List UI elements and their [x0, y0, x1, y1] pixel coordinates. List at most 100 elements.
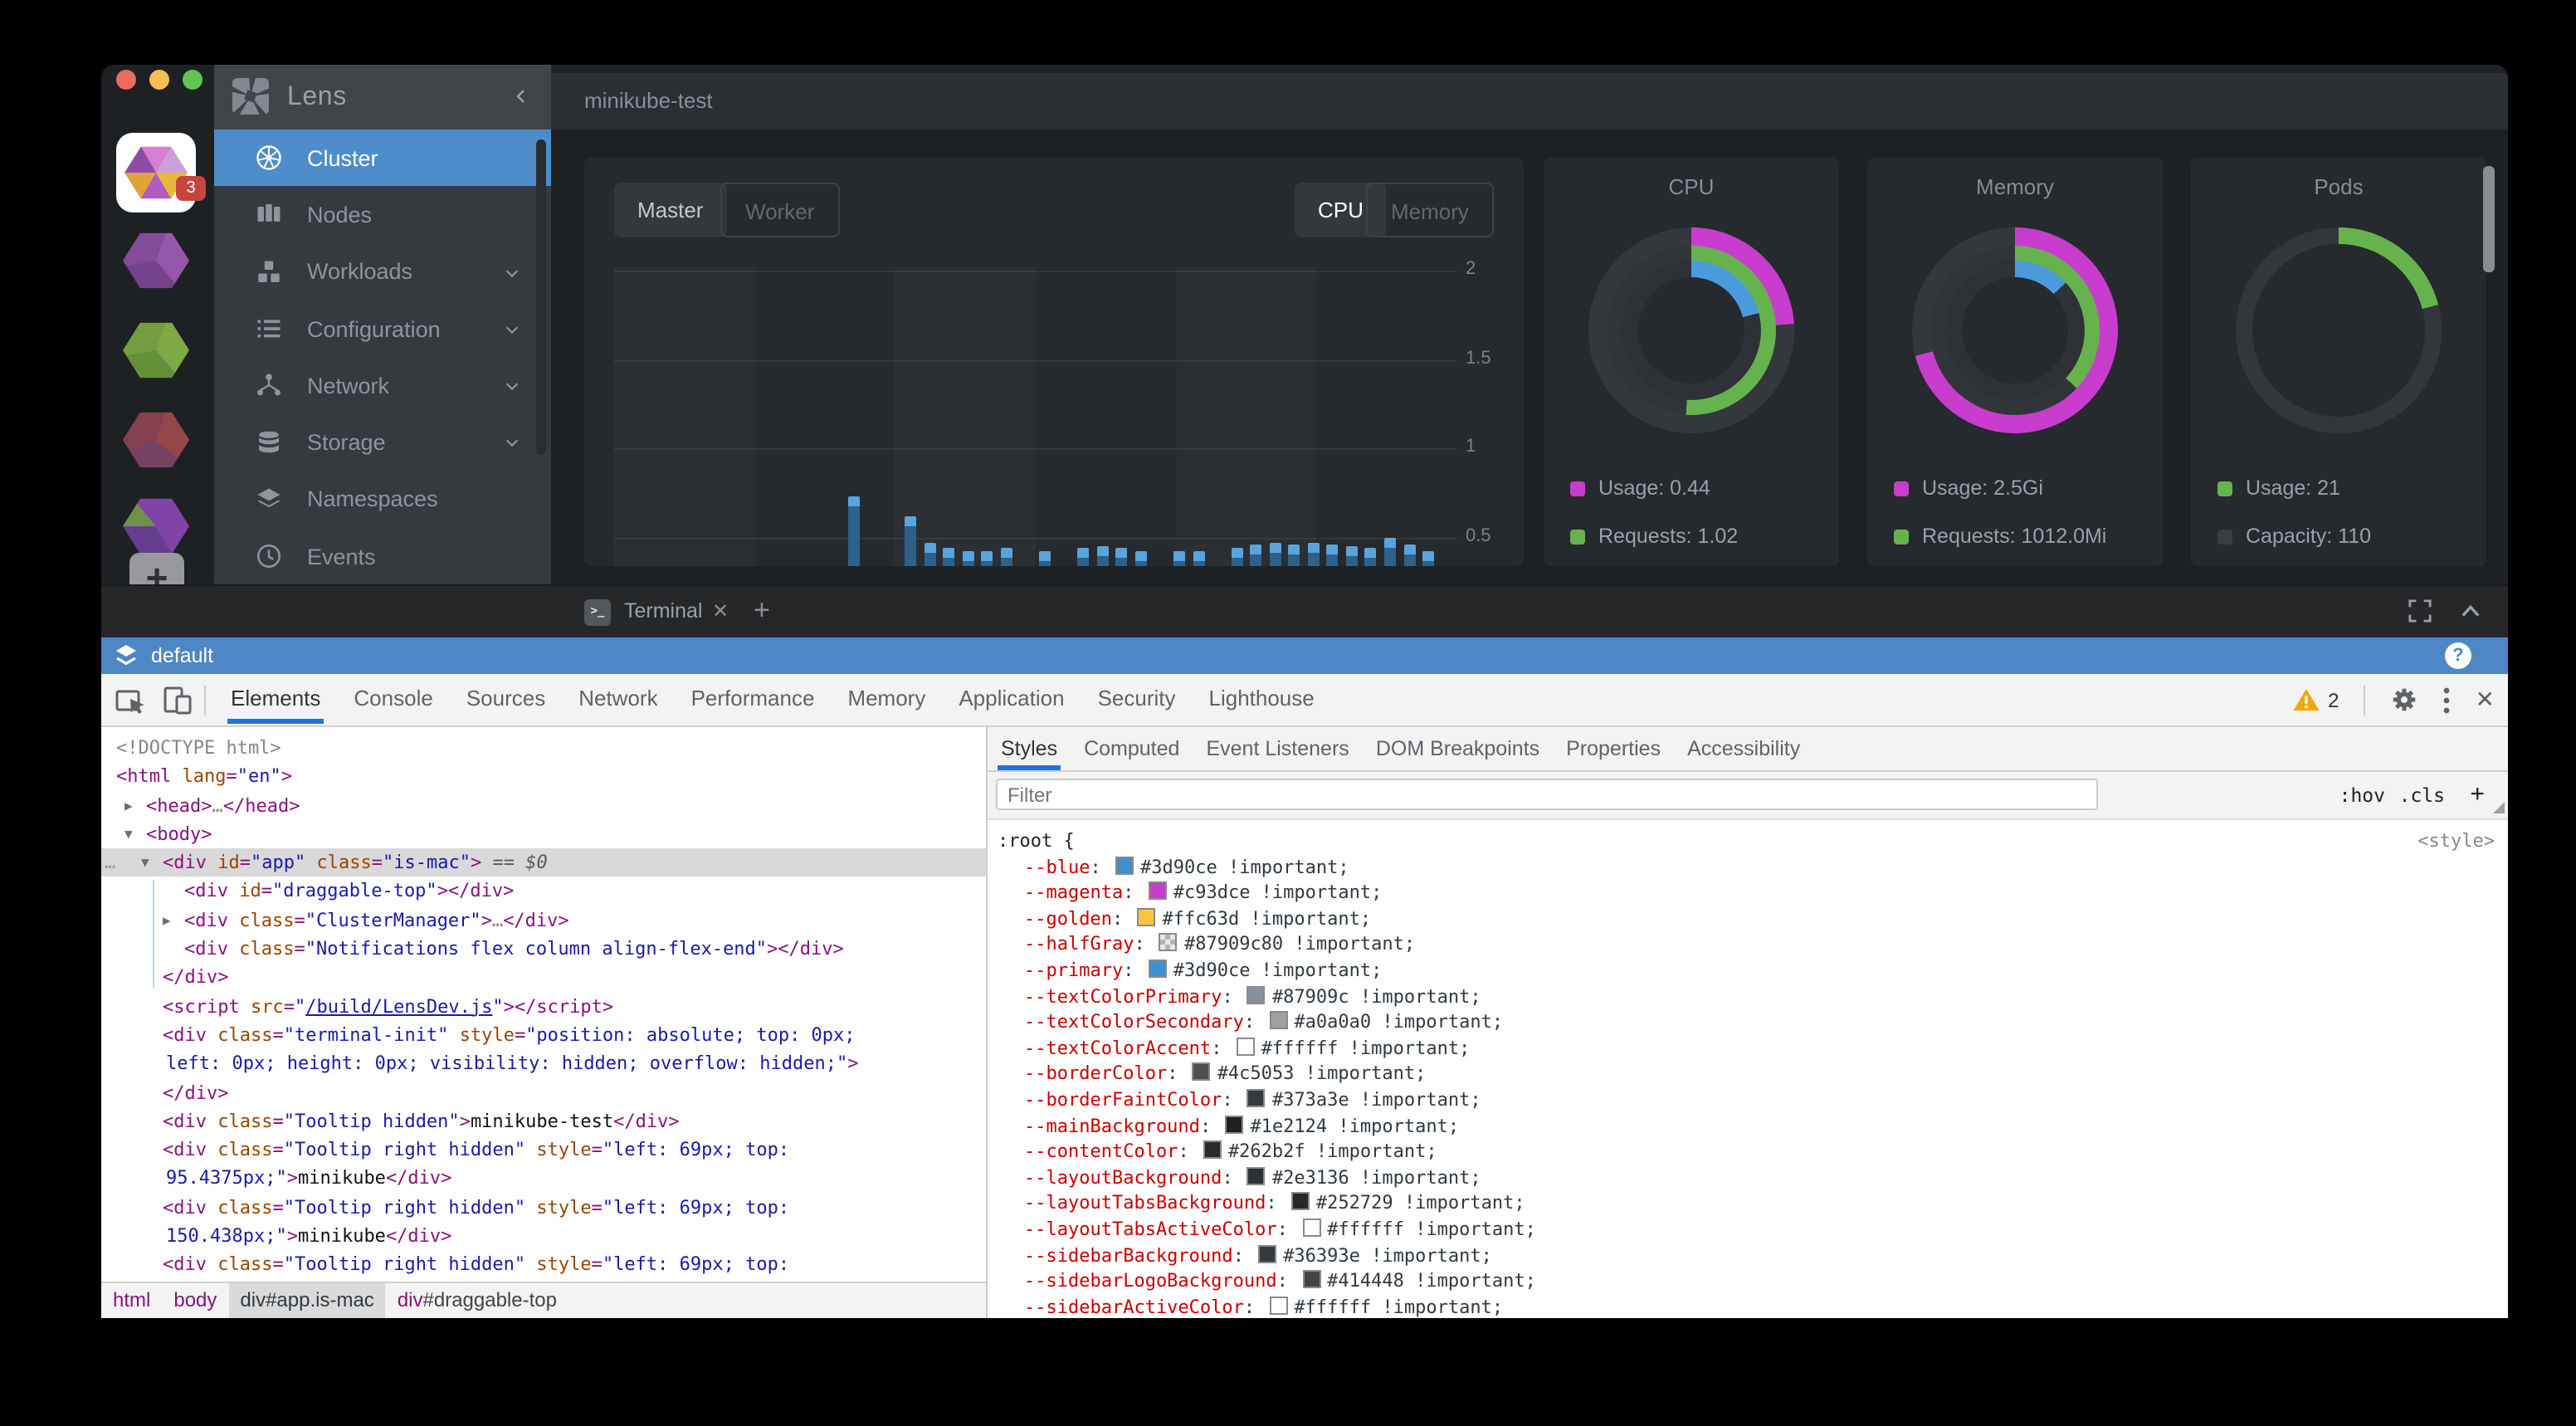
color-swatch[interactable] [1302, 1270, 1320, 1288]
color-swatch[interactable] [1247, 985, 1266, 1004]
style-source-link[interactable]: <style> [2417, 828, 2495, 854]
macos-zoom-button[interactable] [183, 70, 202, 90]
styles-tab-properties[interactable]: Properties [1553, 727, 1674, 770]
sidebar-item-storage[interactable]: Storage [214, 414, 551, 471]
expand-arrow-open[interactable]: ▼ [124, 820, 133, 849]
terminal-close-icon[interactable]: ✕ [712, 586, 729, 637]
sidebar-item-cluster[interactable]: Cluster [214, 129, 551, 187]
styles-tab-computed[interactable]: Computed [1071, 727, 1193, 770]
toggle-hover-state[interactable]: :hov [2339, 772, 2385, 818]
sidebar-collapse-button[interactable] [511, 86, 531, 106]
worker-filter-button[interactable]: Worker [720, 183, 839, 237]
expand-arrow-open[interactable]: ▼ [141, 848, 149, 877]
tab-performance[interactable]: Performance [675, 674, 832, 724]
css-property-line[interactable]: --sidebarBackground: #36393e !important; [988, 1243, 2508, 1268]
color-swatch[interactable] [1247, 1166, 1266, 1184]
css-property-line[interactable]: --blue: #3d90ce !important; [988, 854, 2508, 880]
color-swatch[interactable] [1291, 1193, 1310, 1211]
css-property-line[interactable]: --contentColor: #262b2f !important; [988, 1139, 2508, 1165]
dom-tree-line[interactable]: <div class="Tooltip right hidden" style=… [101, 1251, 986, 1280]
styles-filter-input[interactable] [996, 779, 2098, 810]
dom-tree-line[interactable]: ▶<head>…</head> [101, 791, 986, 820]
styles-tab-styles[interactable]: Styles [988, 727, 1071, 770]
sidebar-item-workloads[interactable]: Workloads [214, 243, 551, 300]
warning-icon[interactable] [2291, 687, 2320, 712]
cluster-icon-4[interactable] [123, 410, 189, 470]
css-rules[interactable]: :root {<style>--blue: #3d90ce !important… [988, 820, 2508, 1318]
color-swatch[interactable] [1159, 934, 1178, 952]
color-swatch[interactable] [1203, 1140, 1222, 1159]
color-swatch[interactable] [1247, 1089, 1266, 1107]
settings-gear-icon[interactable] [2391, 686, 2419, 714]
dom-tree-line[interactable]: ▼<body> [101, 820, 986, 849]
tab-network[interactable]: Network [562, 674, 674, 724]
styles-tab-accessibility[interactable]: Accessibility [1674, 727, 1813, 770]
terminal-tab[interactable]: Terminal [624, 586, 703, 637]
dom-tree[interactable]: <!DOCTYPE html><html lang="en">▶<head>…<… [101, 734, 986, 1308]
terminal-expand-icon[interactable] [2408, 599, 2432, 623]
macos-minimize-button[interactable] [149, 70, 169, 90]
color-swatch[interactable] [1237, 1038, 1255, 1056]
color-swatch[interactable] [1258, 1244, 1276, 1262]
css-property-line[interactable]: --sidebarActiveColor: #ffffff !important… [988, 1294, 2508, 1318]
expand-arrow-closed[interactable]: ▶ [124, 791, 133, 820]
sidebar-item-nodes[interactable]: Nodes [214, 187, 551, 244]
css-property-line[interactable]: --layoutTabsActiveColor: #ffffff !import… [988, 1217, 2508, 1243]
content-scrollbar[interactable] [2483, 166, 2495, 272]
resize-grip[interactable] [2493, 802, 2505, 813]
terminal-add-button[interactable]: + [754, 586, 770, 636]
master-filter-button[interactable]: Master [614, 183, 726, 237]
device-toolbar-icon[interactable] [161, 684, 194, 717]
dom-tree-line[interactable]: …▼<div id="app" class="is-mac"> == $0 [101, 848, 986, 877]
dom-tree-line[interactable]: <div class="terminal-init" style="positi… [101, 1021, 986, 1050]
sidebar-item-events[interactable]: Events [214, 528, 551, 584]
styles-tab-dom-breakpoints[interactable]: DOM Breakpoints [1363, 727, 1553, 770]
color-swatch[interactable] [1302, 1218, 1320, 1237]
tab-application[interactable]: Application [942, 674, 1081, 724]
css-property-line[interactable]: --magenta: #c93dce !important; [988, 880, 2508, 906]
tab-console[interactable]: Console [337, 674, 449, 724]
memory-toggle-button[interactable]: Memory [1366, 183, 1494, 237]
namespace-bar[interactable]: default ? [101, 637, 2508, 674]
tab-sources[interactable]: Sources [450, 674, 562, 724]
css-property-line[interactable]: --sidebarLogoBackground: #414448 !import… [988, 1268, 2508, 1294]
css-property-line[interactable]: --textColorPrimary: #87909c !important; [988, 984, 2508, 1009]
color-swatch[interactable] [1225, 1115, 1243, 1133]
css-property-line[interactable]: --mainBackground: #1e2124 !important; [988, 1113, 2508, 1139]
sidebar-scrollbar[interactable] [536, 139, 546, 455]
dom-tree-line[interactable]: </div> [101, 1078, 986, 1107]
css-property-line[interactable]: --borderFaintColor: #373a3e !important; [988, 1087, 2508, 1113]
terminal-collapse-icon[interactable] [2460, 603, 2481, 619]
inspect-element-icon[interactable] [115, 684, 148, 717]
dom-tree-line[interactable]: <div class="Tooltip hidden">minikube-tes… [101, 1107, 986, 1136]
css-property-line[interactable]: --textColorSecondary: #a0a0a0 !important… [988, 1009, 2508, 1035]
tab-elements[interactable]: Elements [214, 674, 337, 724]
dom-tree-line[interactable]: 95.4375px;">minikube</div> [101, 1165, 986, 1194]
color-swatch[interactable] [1137, 908, 1155, 926]
sidebar-item-namespaces[interactable]: Namespaces [214, 471, 551, 529]
tab-memory[interactable]: Memory [831, 674, 942, 724]
tab-security[interactable]: Security [1081, 674, 1193, 724]
toggle-class-editor[interactable]: .cls [2399, 772, 2445, 818]
sidebar-item-configuration[interactable]: Configuration [214, 300, 551, 358]
more-options-icon[interactable] [2444, 686, 2451, 713]
macos-close-button[interactable] [116, 70, 136, 90]
new-style-rule-button[interactable]: + [2470, 772, 2485, 818]
css-property-line[interactable]: --primary: #3d90ce !important; [988, 958, 2508, 984]
cluster-icon-5[interactable] [123, 496, 189, 556]
cluster-icon-2[interactable] [123, 231, 189, 291]
css-property-line[interactable]: --halfGray: #87909c80 !important; [988, 932, 2508, 958]
breadcrumb-item[interactable]: div#app.is-mac [228, 1283, 385, 1318]
dom-tree-line[interactable]: <div class="Tooltip right hidden" style=… [101, 1194, 986, 1223]
color-swatch[interactable] [1193, 1063, 1211, 1082]
color-swatch[interactable] [1149, 881, 1167, 900]
dom-tree-line[interactable]: </div> [101, 964, 986, 993]
warning-count[interactable]: 2 [2328, 688, 2339, 711]
color-swatch[interactable] [1269, 1011, 1287, 1029]
dom-tree-line[interactable]: left: 0px; height: 0px; visibility: hidd… [101, 1050, 986, 1079]
css-property-line[interactable]: --textColorAccent: #ffffff !important; [988, 1036, 2508, 1062]
dom-tree-line[interactable]: <script src="/build/LensDev.js"></script… [101, 992, 986, 1021]
dom-tree-line[interactable]: <!DOCTYPE html> [101, 734, 986, 763]
color-swatch[interactable] [1115, 856, 1134, 874]
dom-tree-line[interactable]: ▶<div class="ClusterManager">…</div> [101, 906, 986, 935]
